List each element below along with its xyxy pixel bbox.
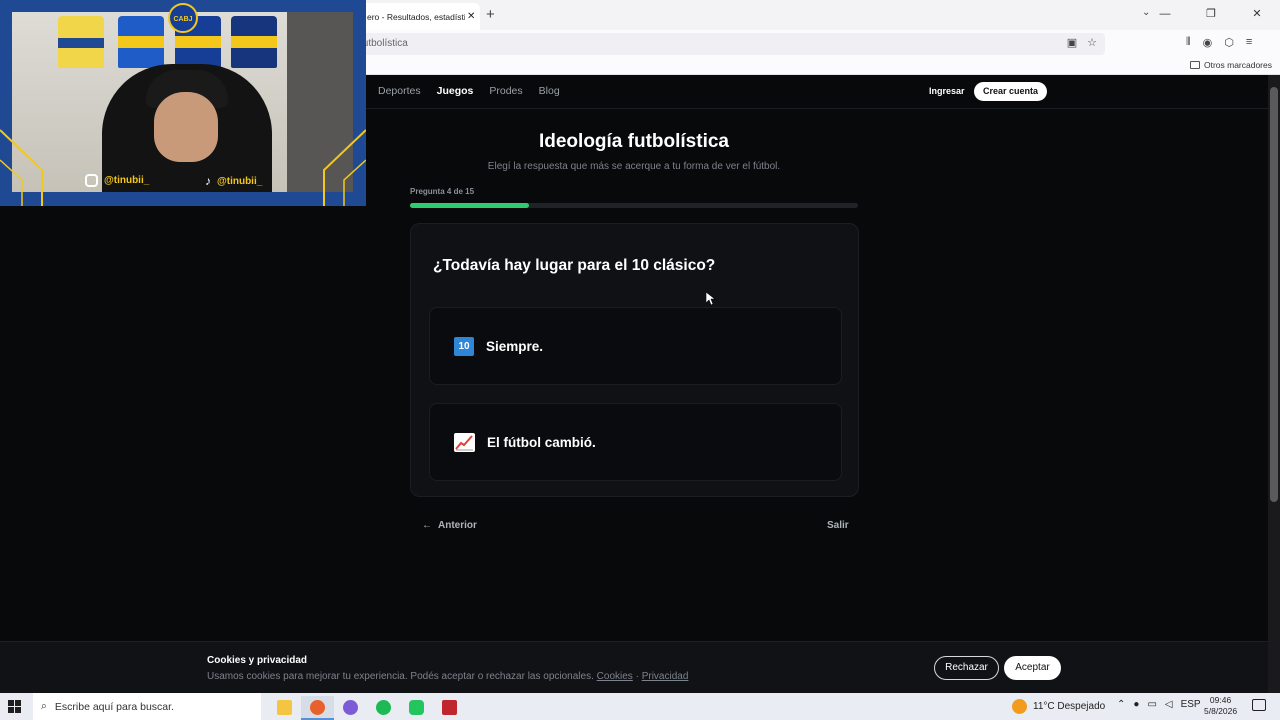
chart-increasing-icon	[454, 432, 475, 452]
url-icons: ▣ ☆	[1067, 36, 1097, 49]
search-icon: ⌕	[41, 700, 47, 712]
link-separator: ·	[635, 671, 639, 682]
weather-widget[interactable]: 11°C Despejado	[1012, 693, 1105, 720]
exit-button[interactable]: Salir	[827, 520, 849, 531]
spotify-icon[interactable]	[367, 696, 400, 720]
close-tab-icon[interactable]: ✕	[467, 11, 475, 22]
option-siempre[interactable]: 10 Siempre.	[429, 307, 842, 385]
other-bookmarks-label: Otros marcadores	[1203, 60, 1272, 70]
tiktok-icon: ♪	[205, 174, 211, 188]
notification-icon[interactable]	[1252, 699, 1266, 711]
url-text[interactable]: futbolística	[360, 38, 408, 49]
browser-tab[interactable]: ero - Resultados, estadística ✕	[355, 3, 480, 30]
webcam-overlay: CABJ @tinubii_ ♪ @tinubii_	[0, 0, 366, 206]
app-green-icon[interactable]	[400, 696, 433, 720]
previous-label: Anterior	[438, 520, 477, 531]
weather-icon	[1012, 699, 1027, 714]
taskbar-apps	[268, 696, 466, 720]
search-placeholder: Escribe aquí para buscar.	[54, 700, 174, 713]
option-label: Siempre.	[486, 338, 544, 354]
option-label: El fútbol cambió.	[487, 434, 596, 450]
nav-juegos[interactable]: Juegos	[437, 85, 474, 97]
site-nav: Deportes Juegos Prodes Blog	[378, 85, 560, 97]
toolbar-icons: ⫴ ◉ ⬡ ≡	[1186, 36, 1252, 49]
mouse-cursor-icon	[706, 292, 716, 306]
bookmark-star-icon[interactable]: ☆	[1087, 36, 1097, 49]
webcam-frame-decoration: CABJ	[0, 3, 366, 206]
file-explorer-icon[interactable]	[268, 696, 301, 720]
login-link[interactable]: Ingresar	[929, 86, 965, 96]
folder-icon	[1189, 61, 1200, 69]
signup-button[interactable]: Crear cuenta	[974, 82, 1048, 101]
arrow-left-icon: ←	[422, 520, 432, 531]
privacy-link[interactable]: Privacidad	[642, 671, 689, 682]
windows-start-icon[interactable]	[8, 700, 21, 713]
system-tray: ⌃ ● ▭ ◁ ESP	[1117, 699, 1201, 710]
reader-view-icon[interactable]: ▣	[1067, 36, 1077, 49]
cookie-banner: Cookies y privacidad Usamos cookies para…	[0, 641, 1268, 693]
instagram-text: @tinubii_	[104, 175, 150, 186]
cookies-link[interactable]: Cookies	[597, 671, 633, 682]
scroll-thumb[interactable]	[1270, 87, 1278, 502]
url-bar[interactable]: futbolística ▣ ☆	[340, 33, 1105, 55]
messenger-icon[interactable]	[334, 696, 367, 720]
question-text: ¿Todavía hay lugar para el 10 clásico?	[433, 257, 716, 274]
restore-button[interactable]: ❐	[1188, 0, 1234, 30]
volume-icon[interactable]: ◁	[1165, 699, 1173, 710]
club-badge-text: CABJ	[173, 16, 192, 23]
other-bookmarks[interactable]: Otros marcadores	[1189, 60, 1272, 70]
reject-cookies-button[interactable]: Rechazar	[934, 656, 999, 680]
windows-taskbar: ⌕ Escribe aquí para buscar. 11°C Despeja…	[0, 693, 1280, 720]
firefox-icon[interactable]	[301, 696, 334, 720]
network-icon[interactable]: ▭	[1147, 699, 1156, 710]
account-icon[interactable]: ◉	[1203, 36, 1213, 49]
tiktok-handle: ♪ @tinubii_	[205, 174, 262, 188]
taskbar-search[interactable]: ⌕ Escribe aquí para buscar.	[33, 693, 261, 720]
page-scrollbar[interactable]	[1268, 75, 1280, 693]
accept-cookies-button[interactable]: Aceptar	[1004, 656, 1061, 680]
tiktok-text: @tinubii_	[217, 175, 263, 187]
cookie-title: Cookies y privacidad	[207, 655, 308, 666]
cookie-text: Usamos cookies para mejorar tu experienc…	[207, 671, 688, 682]
weather-text: 11°C Despejado	[1033, 701, 1106, 712]
extensions-icon[interactable]: ⬡	[1224, 36, 1234, 49]
cookie-message: Usamos cookies para mejorar tu experienc…	[207, 671, 594, 682]
clock-date: 5/8/2026	[1204, 706, 1238, 716]
chevron-up-icon[interactable]: ⌃	[1117, 699, 1125, 710]
menu-icon[interactable]: ≡	[1246, 36, 1252, 49]
library-icon[interactable]: ⫴	[1186, 36, 1191, 49]
minimize-button[interactable]: —	[1142, 0, 1188, 30]
language-indicator[interactable]: ESP	[1181, 699, 1201, 710]
new-tab-button[interactable]: +	[486, 6, 495, 23]
progress-label: Pregunta 4 de 15	[410, 187, 475, 196]
keycap-ten-icon: 10	[454, 336, 474, 356]
close-window-button[interactable]: ✕	[1234, 0, 1280, 30]
window-controls: — ❐ ✕	[1142, 0, 1280, 30]
instagram-handle: @tinubii_	[85, 174, 149, 187]
microphone-icon[interactable]: ●	[1133, 699, 1139, 710]
nav-prodes[interactable]: Prodes	[489, 85, 522, 97]
nav-deportes[interactable]: Deportes	[378, 85, 421, 97]
nav-blog[interactable]: Blog	[539, 85, 560, 97]
quiz-subtitle: Elegí la respuesta que más se acerque a …	[487, 161, 781, 172]
clock-time: 09:46	[1209, 695, 1232, 705]
progress-fill	[410, 203, 530, 208]
question-card: ¿Todavía hay lugar para el 10 clásico? 1…	[410, 223, 859, 497]
tab-title: ero - Resultados, estadística	[367, 11, 465, 22]
quiz-title: Ideología futbolística	[538, 131, 729, 152]
instagram-icon	[85, 174, 98, 187]
option-el-futbol-cambio[interactable]: El fútbol cambió.	[429, 403, 842, 481]
progress-bar	[410, 203, 858, 208]
taskbar-clock[interactable]: 09:46 5/8/2026	[1204, 695, 1237, 717]
voicemeeter-icon[interactable]	[433, 696, 466, 720]
previous-button[interactable]: ← Anterior	[422, 520, 477, 531]
